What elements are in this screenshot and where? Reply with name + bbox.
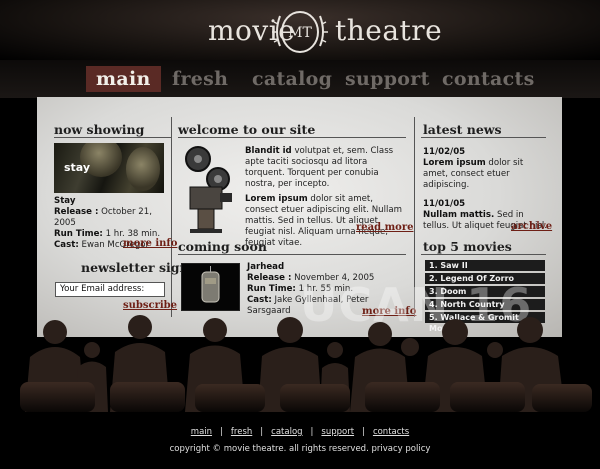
news-date: 11/01/05 [423,199,466,209]
footer-link-contacts[interactable]: contacts [373,427,409,437]
news-bold: Lorem ipsum [423,158,486,168]
cast-label: Cast: [54,240,79,250]
footer-nav: main | fresh | catalog | support | contacts [0,427,600,437]
logo-monogram: MT [288,25,312,41]
now-showing-movie: Stay [54,196,76,206]
footer-link-main[interactable]: main [191,427,212,437]
film-projector-image [185,146,232,233]
divider [178,254,406,255]
now-showing-poster[interactable]: stay [54,143,164,193]
read-more-link[interactable]: read more [356,222,413,233]
top-movies-title: top 5 movies [423,239,512,254]
nav-support[interactable]: support [345,66,430,92]
news-item: 11/02/05 Lorem ipsum dolor sit amet, con… [423,147,549,191]
latest-news-title: latest news [423,122,502,137]
release-label: Release : [247,273,292,283]
email-field[interactable]: Your Email address: [55,282,165,297]
nav-catalog[interactable]: catalog [252,66,332,92]
now-showing-more-info-link[interactable]: more info [123,238,177,249]
logo-word-right: theatre [335,14,443,47]
coming-soon-movie: Jarhead [247,262,285,272]
main-nav: main fresh catalog support contacts [0,60,600,98]
cast-label: Cast: [247,295,272,305]
footer-link-fresh[interactable]: fresh [231,427,252,437]
runtime-label: Run Time: [247,284,296,294]
audience-silhouette-image [20,315,592,412]
poster-face [126,147,160,191]
logo-seal-icon[interactable]: MT [270,6,330,58]
site-header: movie MT theatre [0,0,600,60]
separator: | [260,427,264,437]
divider [421,254,546,255]
poster-title: stay [64,161,91,174]
divider [421,137,546,138]
footer-link-catalog[interactable]: catalog [271,427,302,437]
footer-link-support[interactable]: support [321,427,354,437]
welcome-p1-bold: Blandit id [245,146,292,156]
archive-link[interactable]: archive [511,221,552,232]
news-bold: Nullam mattis. [423,210,495,220]
separator: | [220,427,223,437]
top-movie-item[interactable]: 1. Saw II [425,260,545,271]
release-label: Release : [54,207,99,217]
runtime-label: Run Time: [54,229,103,239]
welcome-p2-bold: Lorem ipsum [245,194,308,204]
dog-tag-icon [201,266,220,303]
news-date: 11/02/05 [423,147,466,157]
now-showing-title: now showing [54,122,145,137]
nav-main[interactable]: main [86,66,161,92]
nav-contacts[interactable]: contacts [442,66,535,92]
coming-soon-title: coming soon [178,239,267,254]
welcome-title: welcome to our site [178,122,316,137]
divider [178,137,406,138]
nav-fresh[interactable]: fresh [172,66,228,92]
coming-soon-poster[interactable] [181,263,240,311]
welcome-text: Blandit id volutpat et, sem. Class apte … [245,146,405,249]
news-list: 11/02/05 Lorem ipsum dolor sit amet, con… [423,147,549,232]
copyright-text: copyright © movie theatre. all rights re… [169,444,431,454]
separator: | [310,427,314,437]
divider [54,137,171,138]
subscribe-link[interactable]: subscribe [123,300,177,311]
separator: | [362,427,365,437]
